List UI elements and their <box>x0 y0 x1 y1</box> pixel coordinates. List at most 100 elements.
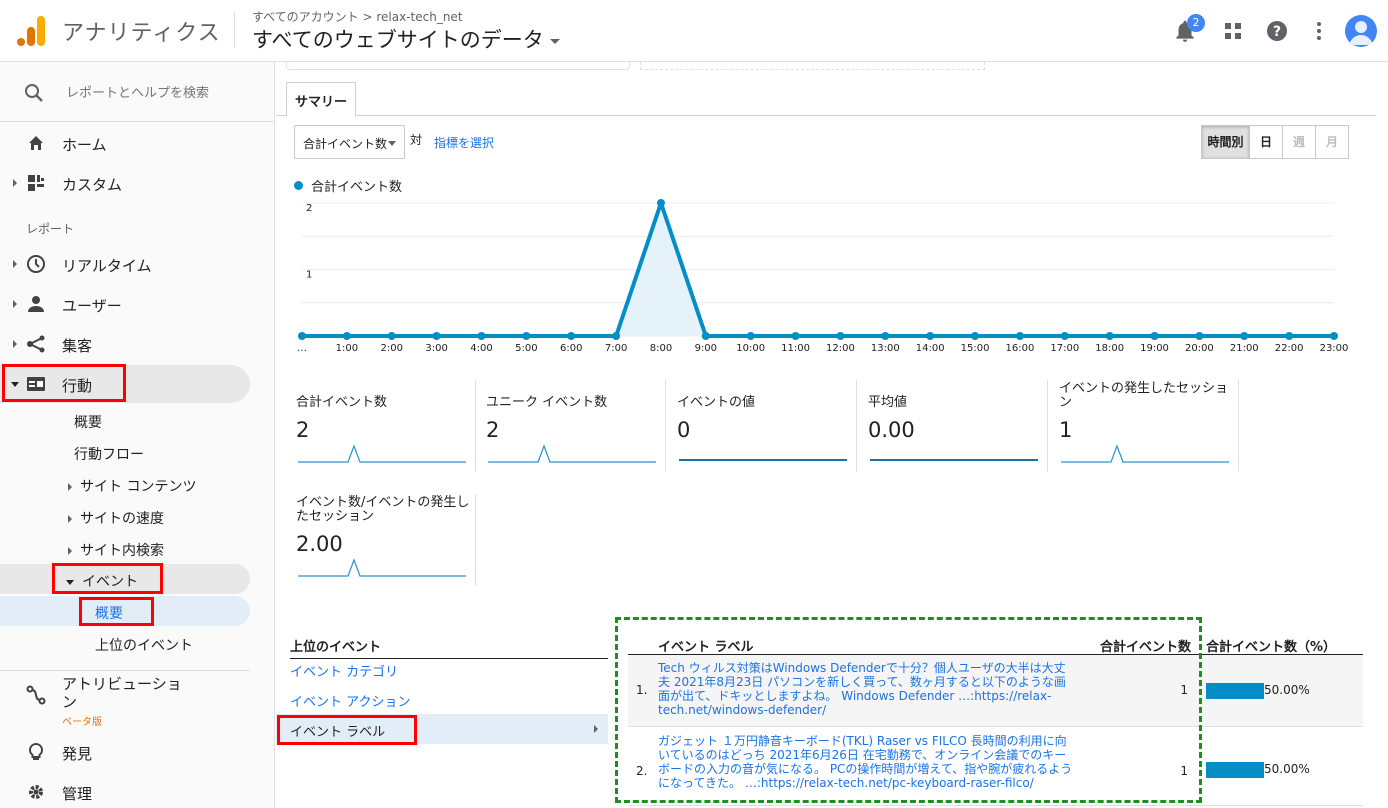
breadcrumb[interactable]: すべてのアカウント > relax-tech_net <box>252 8 463 25</box>
sidebar-item-admin[interactable]: 管理 <box>0 773 250 808</box>
sparkline-event-value <box>679 459 847 461</box>
segment-card[interactable] <box>286 62 630 70</box>
column-header-total-events-pct[interactable]: 合計イベント数（%） <box>1206 636 1336 655</box>
beta-badge: ベータ版 <box>62 717 102 728</box>
period-hourly-button[interactable]: 時間別 <box>1201 125 1250 159</box>
property-selector[interactable]: すべてのウェブサイトのデータ <box>252 24 560 54</box>
add-segment-card[interactable] <box>640 62 985 70</box>
chevron-right-icon <box>68 483 72 491</box>
data-point <box>881 332 890 340</box>
chevron-right-icon <box>594 725 598 733</box>
avatar[interactable] <box>1345 15 1377 47</box>
sidebar-item-home[interactable]: ホーム <box>0 124 250 162</box>
sidebar-subitem-site-search[interactable]: サイト内検索 <box>68 540 164 560</box>
main-content: サマリー 合計イベント数 対 指標を選択 時間別 日 週 月 合計イベント数 2… <box>276 62 1388 808</box>
data-point <box>1240 332 1249 340</box>
sparkline-path <box>488 444 656 463</box>
data-point <box>971 332 980 340</box>
sidebar-item-attribution[interactable]: アトリビューション <box>0 670 250 718</box>
metric-card-total-events[interactable]: 合計イベント数 2 <box>296 380 476 472</box>
metric-label: イベントの発生したセッション <box>1059 381 1229 410</box>
gear-icon <box>29 785 43 799</box>
sparkline-unique-events <box>488 444 656 463</box>
analytics-logo-icon[interactable] <box>16 14 46 48</box>
sidebar-subitem-label: サイト内検索 <box>80 543 164 559</box>
data-point <box>387 332 396 340</box>
row-percentage: 50.00% <box>1264 762 1310 776</box>
sparkline-events-per-session <box>298 558 466 577</box>
row-percentage: 50.00% <box>1264 683 1310 697</box>
apps-grid-icon[interactable] <box>1220 18 1246 44</box>
metric-card-average-value[interactable]: 平均値 0.00 <box>868 380 1048 472</box>
help-icon[interactable]: ? <box>1264 18 1290 44</box>
sparkline-path <box>1061 444 1229 463</box>
chevron-right-icon <box>68 547 72 555</box>
metric-card-sessions-with-event[interactable]: イベントの発生したセッション 1 <box>1059 380 1239 472</box>
x-tick-label: 8:00 <box>650 343 672 354</box>
metric-select[interactable]: 合計イベント数 <box>294 125 405 159</box>
sidebar-subitem-flow[interactable]: 行動フロー <box>74 444 144 464</box>
sparkline-sessions-with-event <box>1061 444 1229 463</box>
period-month-button[interactable]: 月 <box>1315 125 1349 159</box>
sidebar-item-label: アトリビューション <box>62 675 182 711</box>
x-tick-label: 20:00 <box>1185 343 1214 354</box>
search-input[interactable] <box>66 82 256 104</box>
acquisition-icon <box>27 335 45 353</box>
notification-badge: 2 <box>1187 14 1205 32</box>
chevron-right-icon <box>13 300 17 308</box>
user-avatar-icon <box>1349 21 1373 45</box>
sidebar-subitem-label: サイトの速度 <box>80 511 164 527</box>
events-line-chart[interactable]: 2 1 … 1:00 2:00 3:00 4:00 5:00 6:00 7:00 8:00 9:00 1… <box>276 192 1356 364</box>
metric-label: 合計イベント数 <box>296 395 388 410</box>
period-toggle: 時間別 日 週 月 <box>1201 125 1349 159</box>
chevron-right-icon <box>13 179 17 187</box>
pick-metric-link[interactable]: 指標を選択 <box>434 134 494 151</box>
top-events-link-action[interactable]: イベント アクション <box>290 691 410 710</box>
metric-card-unique-events[interactable]: ユニーク イベント数 2 <box>486 380 666 472</box>
sidebar-item-label: 集客 <box>62 337 93 355</box>
highlight-box-event-label-table <box>615 617 1202 803</box>
section-label-reports: レポート <box>26 222 75 236</box>
sidebar-subitem-site-speed[interactable]: サイトの速度 <box>68 508 164 528</box>
sidebar-item-acquisition[interactable]: 集客 <box>0 325 250 363</box>
top-events-link-category[interactable]: イベント カテゴリ <box>290 661 398 680</box>
period-week-button[interactable]: 週 <box>1282 125 1316 159</box>
legend-dot-icon <box>294 181 303 190</box>
x-tick-label: 19:00 <box>1140 343 1169 354</box>
x-tick-label: 4:00 <box>470 343 492 354</box>
more-vert-icon[interactable] <box>1306 18 1332 44</box>
sidebar-subitem-site-content[interactable]: サイト コンテンツ <box>68 476 196 496</box>
sidebar-item-discover[interactable]: 発見 <box>0 733 250 771</box>
metric-label: イベントの値 <box>677 395 756 410</box>
property-name: すべてのウェブサイトのデータ <box>252 28 544 52</box>
metric-value: 2.00 <box>296 532 343 556</box>
sidebar-subitem-overview[interactable]: 概要 <box>74 412 102 432</box>
metric-card-events-per-session[interactable]: イベント数/イベントの発生したセッション 2.00 <box>296 494 476 586</box>
metric-value: 2 <box>296 418 310 442</box>
x-tick-label: 11:00 <box>781 343 810 354</box>
data-point <box>1285 332 1294 340</box>
sidebar-item-users[interactable]: ユーザー <box>0 285 250 323</box>
sidebar-item-realtime[interactable]: リアルタイム <box>0 245 250 283</box>
data-point <box>1060 332 1069 340</box>
highlight-box-events-overview <box>79 597 154 626</box>
sidebar-item-custom[interactable]: カスタム <box>0 164 250 202</box>
metric-select-value: 合計イベント数 <box>303 137 388 151</box>
clock-icon <box>27 255 45 273</box>
chevron-right-icon <box>13 340 17 348</box>
x-tick-label: 15:00 <box>961 343 990 354</box>
data-point <box>567 332 576 340</box>
chevron-right-icon <box>68 515 72 523</box>
search-icon <box>25 84 43 102</box>
home-icon <box>29 136 43 150</box>
period-day-button[interactable]: 日 <box>1249 125 1283 159</box>
sidebar-subitem-top-events[interactable]: 上位のイベント <box>95 635 193 655</box>
x-tick-label: 13:00 <box>871 343 900 354</box>
chevron-down-icon <box>388 141 396 146</box>
tab-summary[interactable]: サマリー <box>286 82 357 117</box>
sidebar-item-label: リアルタイム <box>62 257 152 275</box>
data-point <box>1195 332 1204 340</box>
metric-card-event-value[interactable]: イベントの値 0 <box>677 380 857 472</box>
y-tick-label: 1 <box>306 270 312 281</box>
x-tick-label: 18:00 <box>1095 343 1124 354</box>
